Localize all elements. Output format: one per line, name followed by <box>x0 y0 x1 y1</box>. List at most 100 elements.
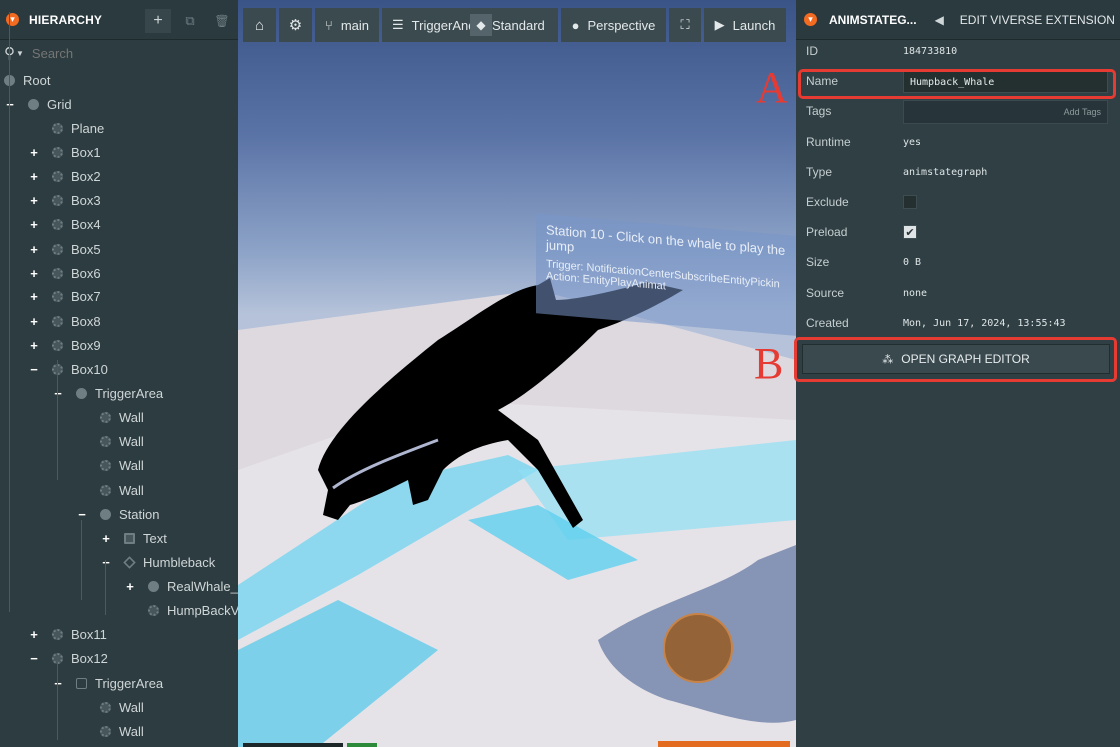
preload-checkbox[interactable]: ✔ <box>903 225 917 239</box>
camera-icon: ● <box>571 17 580 33</box>
tags-placeholder: Add Tags <box>1063 107 1101 117</box>
expand-icon[interactable]: + <box>124 579 136 594</box>
tree-node[interactable]: + Box11 <box>28 623 107 645</box>
gear-icon <box>52 194 63 206</box>
gear-icon <box>100 701 111 713</box>
expand-icon[interactable]: + <box>28 627 40 642</box>
tree-node[interactable]: − Humbleback <box>100 551 215 573</box>
search-input[interactable] <box>31 45 212 61</box>
tree-node[interactable]: + Box8 <box>28 310 100 332</box>
tree-node[interactable]: HumpBackV <box>124 599 239 621</box>
expand-icon[interactable]: + <box>28 242 40 257</box>
tree-node[interactable]: Wall <box>76 430 144 452</box>
tree-node-label: Box4 <box>71 216 101 232</box>
fullscreen-button[interactable]: ⛶ <box>669 8 701 42</box>
tree-guide-line <box>9 12 10 612</box>
tree-node[interactable]: Root <box>4 69 50 91</box>
tree-node[interactable]: − Grid <box>4 93 71 115</box>
exclude-label: Exclude <box>806 195 849 209</box>
duplicate-entity-button[interactable]: ⧉ <box>177 9 203 33</box>
tree-node[interactable]: Wall <box>76 720 144 742</box>
annotation-box-b <box>794 337 1117 382</box>
created-label: Created <box>806 316 849 330</box>
cube-icon <box>76 677 87 689</box>
tree-node[interactable]: − Station <box>76 503 159 525</box>
tree-node[interactable]: Wall <box>76 696 144 718</box>
expand-icon[interactable]: + <box>28 289 40 304</box>
tree-node[interactable]: Wall <box>76 454 144 476</box>
edit-viverse-extension-button[interactable]: EDIT VIVERSE EXTENSION <box>960 13 1115 27</box>
tree-node[interactable]: − TriggerArea <box>52 382 163 404</box>
tree-node[interactable]: − Box12 <box>28 647 108 669</box>
tree-node[interactable]: + Box9 <box>28 334 100 356</box>
tree-node[interactable]: + Box1 <box>28 141 100 163</box>
gear-icon <box>100 411 111 423</box>
launch-button[interactable]: ▶ Launch <box>704 8 786 42</box>
entity-icon <box>100 508 111 520</box>
gear-icon <box>148 604 159 616</box>
render-mode-icon[interactable]: ◆ <box>470 14 492 36</box>
gear-icon <box>52 628 63 640</box>
back-arrow-icon[interactable]: ◀ <box>935 13 944 27</box>
expand-icon[interactable]: + <box>100 531 112 546</box>
expand-icon[interactable]: + <box>28 193 40 208</box>
tags-input[interactable]: Add Tags <box>903 100 1108 124</box>
settings-button[interactable]: ⚙ <box>279 8 312 42</box>
type-value: animstategraph <box>903 166 988 178</box>
exclude-row: Exclude <box>796 190 1120 214</box>
expand-icon[interactable]: + <box>28 145 40 160</box>
annotation-letter-a: A <box>756 63 788 112</box>
tree-node[interactable]: − Box10 <box>28 358 108 380</box>
tree-node[interactable]: + Text <box>100 527 167 549</box>
tree-node[interactable]: Wall <box>76 479 144 501</box>
add-entity-button[interactable]: + <box>145 9 171 33</box>
collapse-icon[interactable]: − <box>100 555 112 570</box>
home-button[interactable]: ⌂ <box>243 8 276 42</box>
tree-node[interactable]: − TriggerArea <box>52 672 163 694</box>
hierarchy-search: ⚲ ▼ <box>0 40 238 66</box>
scene-selector[interactable]: ☰ TriggerAnd ◆ Standard <box>382 8 558 42</box>
collapse-icon[interactable]: − <box>28 651 40 666</box>
tree-node[interactable]: Wall <box>76 406 144 428</box>
expand-icon[interactable]: + <box>28 266 40 281</box>
tree-node[interactable]: + RealWhale_ <box>124 575 238 597</box>
virtual-joystick[interactable] <box>663 613 733 683</box>
runtime-label: Runtime <box>806 135 851 149</box>
tree-node[interactable]: + Box5 <box>28 238 101 260</box>
tree-node[interactable]: + Box3 <box>28 189 100 211</box>
branch-label: main <box>340 17 369 33</box>
expand-icon[interactable]: + <box>28 217 40 232</box>
exclude-checkbox[interactable] <box>903 195 917 209</box>
collapse-icon[interactable]: − <box>52 386 64 401</box>
tree-node[interactable]: + Box4 <box>28 213 101 235</box>
gear-icon <box>100 459 111 471</box>
gear-icon <box>52 315 63 327</box>
delete-entity-button[interactable]: 🗑 <box>209 9 235 33</box>
expand-icon[interactable]: + <box>28 338 40 353</box>
collapse-icon[interactable]: − <box>4 97 16 112</box>
tree-node-label: Wall <box>119 699 144 715</box>
tree-node-label: Box11 <box>71 626 107 642</box>
collapse-icon[interactable]: − <box>52 676 64 691</box>
tree-node[interactable]: + Box2 <box>28 165 100 187</box>
collapse-icon[interactable]: − <box>28 362 40 377</box>
expand-icon[interactable]: + <box>28 314 40 329</box>
tags-label: Tags <box>806 104 832 118</box>
tree-node-label: Wall <box>119 433 144 449</box>
annotation-letter-b: B <box>754 339 784 388</box>
chevron-down-icon[interactable]: ▼ <box>16 49 24 58</box>
expand-icon[interactable]: + <box>28 169 40 184</box>
camera-button[interactable]: ● Perspective <box>561 8 666 42</box>
tree-node-label: Box5 <box>71 241 101 257</box>
tree-node[interactable]: + Box7 <box>28 285 100 307</box>
entity-icon <box>28 98 39 110</box>
id-row: ID 184733810 <box>796 39 1120 63</box>
tree-node[interactable]: Plane <box>28 117 104 139</box>
collapse-icon[interactable]: − <box>76 507 88 522</box>
size-row: Size 0 B <box>796 250 1120 274</box>
branch-button[interactable]: ⑂ main <box>315 8 379 42</box>
tree-node-label: Box10 <box>71 361 108 377</box>
tree-node[interactable]: + Box6 <box>28 262 100 284</box>
play-icon: ▶ <box>714 17 725 32</box>
render-mode-label[interactable]: Standard <box>492 18 545 33</box>
